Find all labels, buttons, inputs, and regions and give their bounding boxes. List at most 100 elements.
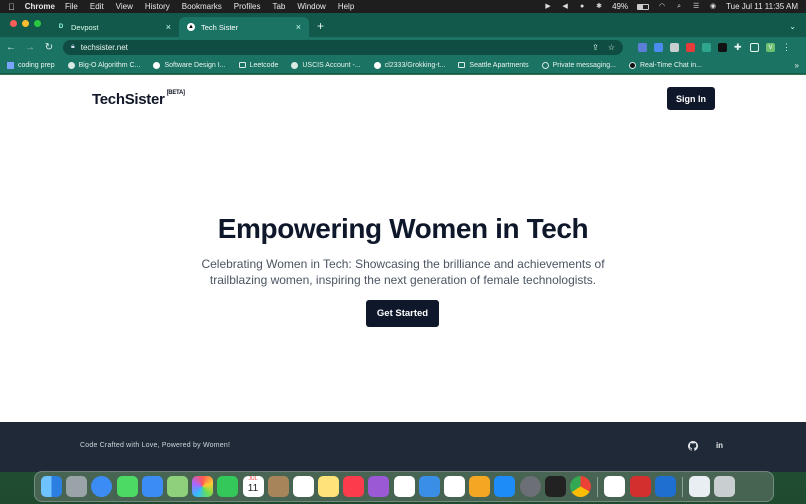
extension-icon[interactable]: [670, 42, 679, 52]
battery-icon[interactable]: [637, 3, 650, 10]
bookmark-star-icon[interactable]: ☆: [608, 43, 615, 52]
new-tab-icon[interactable]: +: [309, 19, 332, 37]
menu-help[interactable]: Help: [338, 2, 354, 11]
bookmark-item[interactable]: Leetcode: [238, 62, 278, 69]
tab-search-chevron-icon[interactable]: ⌄: [779, 22, 806, 37]
menu-tab[interactable]: Tab: [272, 2, 285, 11]
dock-music-icon[interactable]: [343, 476, 365, 497]
dock-mail-icon[interactable]: [141, 476, 163, 497]
menu-window[interactable]: Window: [297, 2, 325, 11]
close-tab-icon[interactable]: ×: [166, 22, 171, 32]
dock-pages-icon[interactable]: [469, 476, 491, 497]
dock-podcasts-icon[interactable]: [368, 476, 390, 497]
dock-finder-icon[interactable]: [41, 476, 62, 497]
menu-bar:  Chrome File Edit View History Bookmark…: [0, 0, 806, 13]
dock-calendar-icon[interactable]: JUL 11: [242, 476, 264, 497]
control-center-icon[interactable]: ☰: [692, 3, 700, 10]
close-window-button[interactable]: [10, 20, 17, 27]
linkedin-icon[interactable]: in: [714, 441, 725, 451]
dock-numbers-icon[interactable]: [444, 476, 465, 497]
dock-news-icon[interactable]: [393, 476, 415, 497]
forward-arrow-icon[interactable]: →: [25, 42, 35, 53]
bookmark-item[interactable]: Big-O Algorithm C...: [67, 61, 140, 69]
close-tab-icon[interactable]: ×: [296, 22, 301, 32]
adblock-icon[interactable]: [686, 42, 695, 52]
more-menu-icon[interactable]: ⋮: [782, 42, 791, 52]
extension-icon[interactable]: [718, 42, 727, 52]
dock-mongodb-icon[interactable]: [604, 476, 626, 497]
seal-icon: [291, 61, 299, 69]
dock-photos-icon[interactable]: [192, 476, 214, 497]
dock-safari-icon[interactable]: [91, 476, 113, 497]
dock-app-store-icon[interactable]: [494, 476, 516, 497]
profile-avatar[interactable]: V: [766, 42, 775, 52]
dock-chrome-icon[interactable]: [569, 476, 591, 497]
bookmark-item[interactable]: cl2333/Grokking-t...: [373, 61, 445, 69]
github-icon[interactable]: [687, 441, 699, 451]
url-text[interactable]: techsister.net: [81, 43, 128, 52]
wifi-icon[interactable]: ◠: [658, 3, 666, 10]
side-panel-icon[interactable]: [750, 42, 759, 52]
menu-profiles[interactable]: Profiles: [234, 2, 261, 11]
techsister-favicon-icon: ▲: [187, 23, 195, 31]
menu-edit[interactable]: Edit: [90, 2, 104, 11]
bookmark-item[interactable]: Seattle Apartments: [458, 62, 529, 69]
spotlight-search-icon[interactable]: ⌕: [675, 3, 683, 10]
site-footer: Code Crafted with Love, Powered by Women…: [0, 422, 806, 472]
menu-clock[interactable]: Tue Jul 11 11:35 AM: [726, 2, 798, 11]
chat-icon: [541, 61, 549, 69]
bookmark-item[interactable]: coding prep: [7, 61, 55, 69]
dock-vscode-icon[interactable]: [654, 476, 676, 497]
menu-app-name[interactable]: Chrome: [25, 2, 55, 11]
dock-acrobat-icon[interactable]: [629, 476, 651, 497]
volume-icon[interactable]: ◀: [561, 3, 569, 10]
bookmark-item[interactable]: USCIS Account -...: [291, 61, 361, 69]
web-page: TechSister [BETA] Sign In Empowering Wome…: [0, 75, 806, 422]
lock-icon[interactable]: 🔒︎: [71, 43, 75, 51]
user-icon[interactable]: ●: [578, 3, 586, 10]
extension-icon[interactable]: [638, 42, 647, 52]
dock-trash-icon[interactable]: [714, 476, 736, 497]
window-controls: [0, 20, 49, 37]
menu-bookmarks[interactable]: Bookmarks: [182, 2, 222, 11]
menu-file[interactable]: File: [65, 2, 78, 11]
sign-in-button[interactable]: Sign In: [667, 87, 715, 110]
extension-icon[interactable]: [702, 42, 711, 52]
footer-text: Code Crafted with Love, Powered by Women…: [80, 442, 231, 449]
puzzle-extensions-icon[interactable]: ✚: [734, 42, 743, 52]
dock-notes-icon[interactable]: [318, 476, 340, 497]
dock-terminal-icon[interactable]: [544, 476, 566, 497]
dock-reminders-icon[interactable]: [292, 476, 314, 497]
zoom-window-button[interactable]: [34, 20, 41, 27]
share-icon[interactable]: ⇪: [592, 43, 599, 52]
dock-system-settings-icon[interactable]: [519, 476, 541, 497]
more-bookmarks-icon[interactable]: »: [795, 61, 799, 70]
reload-icon[interactable]: ↻: [44, 42, 54, 53]
apple-menu-icon[interactable]: : [8, 2, 15, 12]
browser-toolbar: ← → ↻ 🔒︎ techsister.net ⇪ ☆ ✚ V ⋮: [0, 37, 806, 57]
tab-tech-sister[interactable]: ▲ Tech Sister ×: [179, 17, 309, 37]
menu-history[interactable]: History: [145, 2, 170, 11]
bookmark-item[interactable]: Real-Time Chat in...: [629, 61, 702, 69]
menu-view[interactable]: View: [116, 2, 133, 11]
dock-facetime-icon[interactable]: [217, 476, 239, 497]
extension-icon[interactable]: [654, 42, 663, 52]
minimize-window-button[interactable]: [22, 20, 29, 27]
play-icon[interactable]: ▶: [544, 3, 552, 10]
screen: { "menubar": { "app_name": "Chrome", "it…: [0, 0, 806, 504]
dock-messages-icon[interactable]: [116, 476, 138, 497]
bluetooth-icon[interactable]: ✱: [595, 3, 603, 10]
get-started-button[interactable]: Get Started: [366, 300, 439, 327]
bookmark-item[interactable]: Software Design I...: [153, 61, 226, 69]
dock-keynote-icon[interactable]: [418, 476, 440, 497]
tab-devpost[interactable]: D Devpost ×: [49, 17, 179, 37]
bookmark-item[interactable]: Private messaging...: [541, 61, 616, 69]
back-arrow-icon[interactable]: ←: [6, 42, 16, 53]
address-bar[interactable]: 🔒︎ techsister.net ⇪ ☆: [63, 39, 623, 55]
siri-icon[interactable]: ◉: [709, 3, 717, 10]
dock-preview-icon[interactable]: [689, 476, 711, 497]
dock-maps-icon[interactable]: [166, 476, 188, 497]
dock-launchpad-icon[interactable]: [66, 476, 88, 497]
site-logo[interactable]: TechSister [BETA]: [92, 90, 185, 108]
dock-app-icon[interactable]: [267, 476, 289, 497]
